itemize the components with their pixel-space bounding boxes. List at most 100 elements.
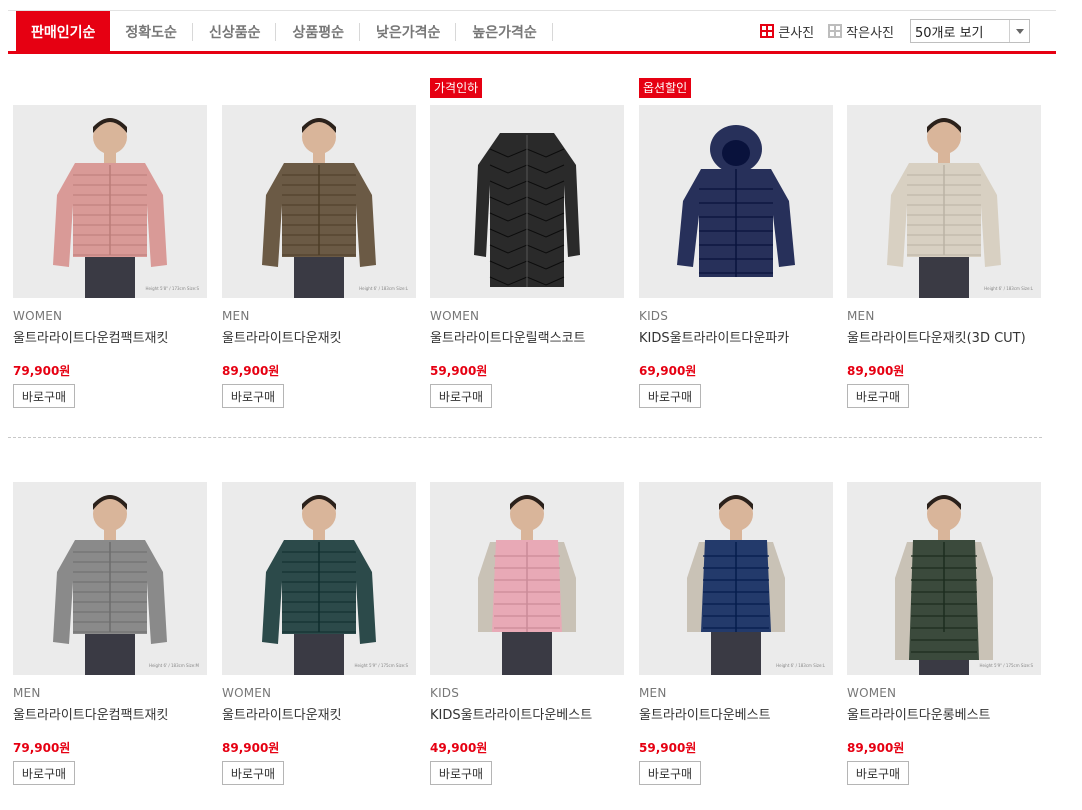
product-price: 49,900원 [430,741,488,755]
product-category: WOMEN [847,686,897,700]
view-options: 큰사진 작은사진 50개로 보기 [760,17,1030,45]
product-name[interactable]: 울트라라이트다운롱베스트 [847,704,991,723]
small-view-button[interactable]: 작은사진 [828,22,894,41]
sort-tab-popular[interactable]: 판매인기순 [16,11,111,52]
product-name[interactable]: KIDS울트라라이트다운베스트 [430,704,592,723]
product-image[interactable]: Height 5'9" / 175cm Size:S [847,482,1041,675]
product-card: 가격인하 WOMEN 울트라라이트다운릴랙스코트 59,900원 바로구매 [430,78,624,408]
model-height-note: Height 6' / 183cm Size:L [776,663,825,668]
small-view-label: 작은사진 [846,25,894,41]
product-card: Height 6' / 183cm Size:M MEN 울트라라이트다운컴팩트… [13,455,207,785]
product-image[interactable] [430,482,624,675]
product-row: Height 6' / 183cm Size:M MEN 울트라라이트다운컴팩트… [13,455,1053,785]
product-illustration [53,495,167,675]
buy-now-button[interactable]: 바로구매 [222,384,284,408]
product-name[interactable]: KIDS울트라라이트다운파카 [639,327,789,346]
product-image[interactable]: Height 5'8" / 173cm Size:S [13,105,207,298]
product-price: 69,900원 [639,364,697,378]
product-image[interactable] [639,105,833,298]
product-image[interactable]: Height 6' / 183cm Size:L [639,482,833,675]
sort-tab-reviews[interactable]: 상품평순 [276,11,360,52]
buy-now-button[interactable]: 바로구매 [13,384,75,408]
product-card: 옵션할인 KIDS KIDS울트라라이트다운파카 69,900원 바로구매 [639,78,833,408]
model-height-note: Height 5'8" / 173cm Size:S [145,286,199,291]
product-card: KIDS KIDS울트라라이트다운베스트 49,900원 바로구매 [430,455,624,785]
product-name[interactable]: 울트라라이트다운베스트 [639,704,771,723]
product-illustration [887,118,1001,298]
product-category: WOMEN [430,309,480,323]
product-illustration [677,125,795,277]
sort-tab-price-high[interactable]: 높은가격순 [456,11,554,52]
product-price: 79,900원 [13,364,71,378]
product-name[interactable]: 울트라라이트다운컴팩트재킷 [13,704,168,723]
product-image[interactable] [430,105,624,298]
row-divider [8,437,1042,438]
small-grid-icon [828,24,843,38]
product-name[interactable]: 울트라라이트다운컴팩트재킷 [13,327,168,346]
sort-tab-newest[interactable]: 신상품순 [193,11,277,52]
product-card: Height 6' / 183cm Size:L MEN 울트라라이트다운베스트… [639,455,833,785]
product-name[interactable]: 울트라라이트다운재킷 [222,327,342,346]
product-price: 89,900원 [847,741,905,755]
product-card: Height 5'9" / 175cm Size:S WOMEN 울트라라이트다… [847,455,1041,785]
product-image[interactable]: Height 6' / 183cm Size:L [847,105,1041,298]
product-price: 89,900원 [222,364,280,378]
product-price: 89,900원 [222,741,280,755]
product-image[interactable]: Height 6' / 183cm Size:L [222,105,416,298]
product-category: WOMEN [222,686,272,700]
sort-tab-price-low[interactable]: 낮은가격순 [360,11,457,52]
product-price: 59,900원 [430,364,488,378]
product-price: 59,900원 [639,741,697,755]
product-category: MEN [13,686,41,700]
buy-now-button[interactable]: 바로구매 [430,761,492,785]
product-illustration [262,118,376,298]
model-height-note: Height 5'9" / 175cm Size:S [354,663,408,668]
product-illustration [53,118,167,298]
page-size-value: 50개로 보기 [915,25,984,41]
buy-now-button[interactable]: 바로구매 [222,761,284,785]
chevron-down-icon [1009,20,1029,42]
buy-now-button[interactable]: 바로구매 [847,761,909,785]
product-illustration [262,495,376,675]
product-card: Height 5'9" / 175cm Size:S WOMEN 울트라라이트다… [222,455,416,785]
product-price: 89,900원 [847,364,905,378]
product-category: MEN [639,686,667,700]
large-view-button[interactable]: 큰사진 [760,22,814,41]
product-image[interactable]: Height 6' / 183cm Size:M [13,482,207,675]
model-height-note: Height 6' / 183cm Size:M [148,663,199,668]
discount-badge: 가격인하 [430,78,483,98]
page-size-select[interactable]: 50개로 보기 [910,19,1030,43]
product-price: 79,900원 [13,741,71,755]
product-name[interactable]: 울트라라이트다운재킷(3D CUT) [847,327,1026,346]
option-sale-badge: 옵션할인 [639,78,692,98]
product-category: WOMEN [13,309,63,323]
product-image[interactable]: Height 5'9" / 175cm Size:S [222,482,416,675]
product-illustration [474,133,580,287]
product-category: KIDS [639,309,669,323]
product-name[interactable]: 울트라라이트다운재킷 [222,704,342,723]
model-height-note: Height 6' / 183cm Size:L [359,286,408,291]
product-illustration [895,495,993,675]
model-height-note: Height 5'9" / 175cm Size:S [979,663,1033,668]
product-illustration [687,495,785,675]
product-name[interactable]: 울트라라이트다운릴랙스코트 [430,327,585,346]
model-height-note: Height 6' / 183cm Size:L [984,286,1033,291]
product-category: MEN [222,309,250,323]
product-card: Height 6' / 183cm Size:L MEN 울트라라이트다운재킷(… [847,78,1041,408]
product-card: Height 5'8" / 173cm Size:S WOMEN 울트라라이트다… [13,78,207,408]
product-category: KIDS [430,686,460,700]
product-category: MEN [847,309,875,323]
sort-tab-accuracy[interactable]: 정확도순 [110,11,193,52]
buy-now-button[interactable]: 바로구매 [430,384,492,408]
buy-now-button[interactable]: 바로구매 [13,761,75,785]
large-view-label: 큰사진 [778,25,815,41]
sort-tabs: 판매인기순 정확도순 신상품순 상품평순 낮은가격순 높은가격순 [16,11,554,52]
product-illustration [478,495,576,675]
buy-now-button[interactable]: 바로구매 [639,761,701,785]
large-grid-icon [760,24,775,38]
product-card: Height 6' / 183cm Size:L MEN 울트라라이트다운재킷 … [222,78,416,408]
sort-bar: 판매인기순 정확도순 신상품순 상품평순 낮은가격순 높은가격순 큰사진 작은사… [8,10,1056,54]
buy-now-button[interactable]: 바로구매 [639,384,701,408]
buy-now-button[interactable]: 바로구매 [847,384,909,408]
product-row: Height 5'8" / 173cm Size:S WOMEN 울트라라이트다… [13,78,1053,408]
